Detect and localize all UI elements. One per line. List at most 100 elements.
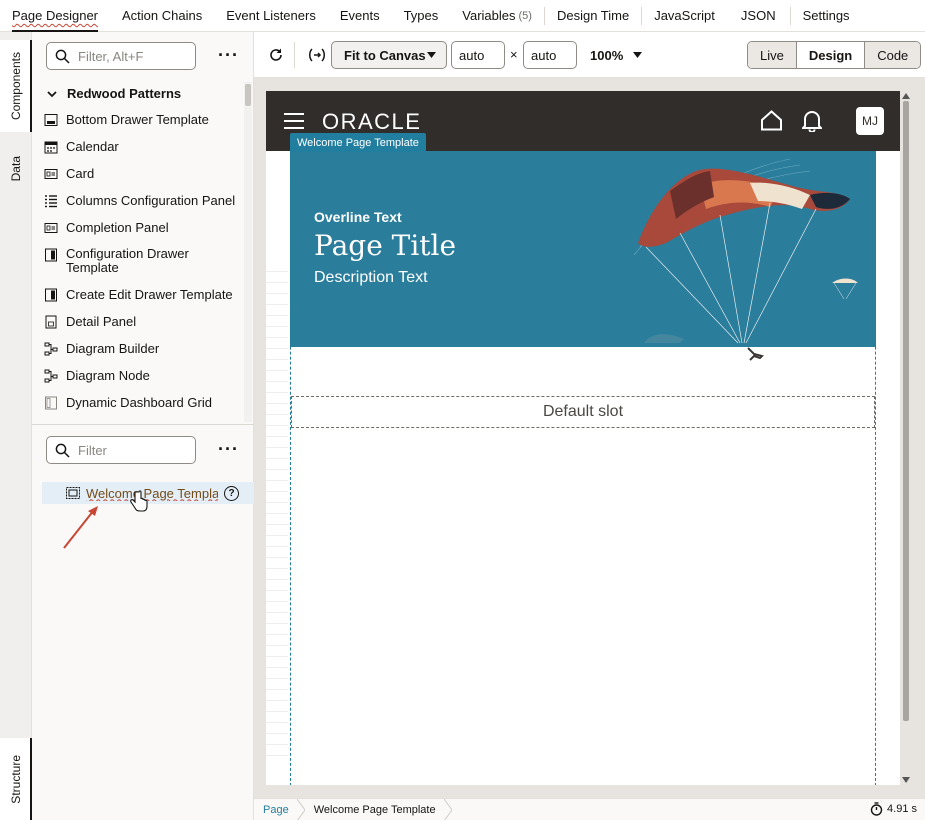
list-item-label: Completion Panel: [66, 220, 169, 235]
search-icon: [55, 49, 70, 64]
menu-icon[interactable]: [284, 113, 304, 134]
group-header-redwood[interactable]: Redwood Patterns: [46, 86, 181, 101]
scroll-up-icon[interactable]: [902, 93, 910, 99]
list-item-label: Columns Configuration Panel: [66, 193, 236, 208]
tab-design-time[interactable]: Design Time: [545, 0, 641, 32]
caret-down-icon: [633, 52, 643, 58]
breadcrumb-page[interactable]: Page: [254, 799, 297, 820]
list-item[interactable]: Completion Panel: [32, 220, 244, 247]
mode-live-button[interactable]: Live: [748, 42, 797, 68]
tab-label: Action Chains: [122, 8, 203, 23]
breadcrumb-chevron-icon: [296, 798, 305, 820]
structure-more-menu-button[interactable]: ···: [218, 440, 239, 458]
scrollbar-thumb[interactable]: [245, 84, 251, 106]
diagram-icon: [44, 369, 58, 383]
dimension-separator: ×: [510, 47, 518, 62]
list-item[interactable]: Card: [32, 166, 244, 193]
structure-item-label: Welcome Page Template: [86, 485, 218, 501]
mode-code-button[interactable]: Code: [865, 42, 921, 68]
stopwatch-icon: [870, 802, 883, 816]
list-item-label: Card: [66, 166, 95, 181]
canvas-scrollbar[interactable]: [901, 91, 911, 785]
zoom-select[interactable]: 100%: [590, 41, 643, 69]
tab-variables[interactable]: Variables (5): [450, 0, 544, 32]
home-icon[interactable]: [760, 110, 783, 131]
canvas-toolbar: Fit to Canvas auto × auto 100% Live Desi…: [254, 32, 925, 78]
structure-filter-input[interactable]: Filter: [46, 436, 196, 464]
tab-settings[interactable]: Settings: [791, 0, 862, 32]
canvas-width-input[interactable]: auto: [451, 41, 505, 69]
calendar-icon: [44, 141, 58, 154]
variables-count-badge: (5): [518, 9, 532, 22]
list-item-label: Detail Panel: [66, 314, 137, 329]
chevron-down-icon: [47, 90, 57, 97]
help-icon[interactable]: ?: [224, 485, 239, 501]
annotation-arrow-icon: [63, 506, 98, 549]
canvas-height-input[interactable]: auto: [523, 41, 577, 69]
tab-page-designer[interactable]: Page Designer: [0, 0, 110, 32]
card-icon: [44, 169, 58, 179]
fit-to-canvas-select[interactable]: Fit to Canvas: [331, 41, 447, 69]
rail-tab-label: Components: [9, 51, 23, 121]
tab-javascript[interactable]: JavaScript: [642, 0, 727, 32]
scroll-down-icon[interactable]: [902, 777, 910, 783]
list-item[interactable]: Create Edit Drawer Template: [32, 287, 244, 314]
breadcrumb-label: Page: [263, 803, 289, 816]
tab-label: Settings: [802, 8, 850, 23]
list-item[interactable]: Diagram Builder: [32, 341, 244, 368]
bottom-drawer-icon: [44, 114, 58, 126]
rail-tab-data[interactable]: Data: [0, 144, 32, 194]
components-filter-input[interactable]: Filter, Alt+F: [46, 42, 196, 70]
breadcrumb-label: Welcome Page Template: [313, 803, 436, 816]
tab-label: Page Designer: [12, 8, 98, 23]
width-value: auto: [459, 47, 485, 63]
preview-device: ORACLE MJ Welcome Page Template Overline…: [266, 91, 900, 785]
list-item[interactable]: Columns Configuration Panel: [32, 193, 244, 220]
rail-tab-label: Data: [9, 156, 23, 182]
mode-design-button[interactable]: Design: [796, 42, 866, 68]
canvas-texture: [266, 261, 288, 761]
avatar[interactable]: MJ: [856, 107, 884, 135]
hand-cursor-icon: [130, 490, 148, 512]
tab-json[interactable]: JSON: [727, 0, 790, 32]
refresh-icon[interactable]: [268, 47, 284, 63]
tab-action-chains[interactable]: Action Chains: [110, 0, 214, 32]
fit-label: Fit to Canvas: [344, 47, 426, 63]
rail-tab-structure[interactable]: Structure: [0, 738, 32, 820]
side-drawer-icon: [45, 288, 57, 302]
card-icon: [44, 223, 58, 233]
list-item-label: Calendar: [66, 139, 119, 154]
zoom-value: 100%: [590, 47, 624, 63]
breadcrumb-welcome-page-template[interactable]: Welcome Page Template: [305, 799, 444, 820]
template-label-tag: Welcome Page Template: [290, 133, 426, 152]
list-icon: [45, 195, 57, 208]
tab-event-listeners[interactable]: Event Listeners: [214, 0, 328, 32]
timer-value: 4.91 s: [887, 803, 917, 815]
default-slot[interactable]: Default slot: [291, 396, 875, 428]
panel-divider: [32, 424, 254, 425]
list-item[interactable]: Configuration Drawer Template: [32, 247, 244, 287]
variable-binding-icon[interactable]: [308, 47, 326, 63]
bell-icon[interactable]: [802, 110, 822, 132]
list-item[interactable]: Detail Panel: [32, 314, 244, 341]
list-item[interactable]: Calendar: [32, 139, 244, 166]
search-placeholder: Filter: [78, 442, 107, 458]
rail-tab-components[interactable]: Components: [0, 40, 32, 132]
tab-label: Design Time: [556, 8, 630, 23]
tab-events[interactable]: Events: [328, 0, 392, 32]
scrollbar-thumb[interactable]: [903, 101, 909, 721]
list-item-label: Dynamic Dashboard Grid: [66, 395, 212, 410]
list-item[interactable]: Dynamic Dashboard Grid: [32, 395, 244, 422]
components-list: Bottom Drawer Template Calendar Card Col…: [32, 112, 244, 422]
tab-types[interactable]: Types: [392, 0, 451, 32]
side-drawer-icon: [45, 248, 57, 262]
list-item[interactable]: Bottom Drawer Template: [32, 112, 244, 139]
list-item-label: Diagram Builder: [66, 341, 160, 356]
list-item-label: Configuration Drawer Template: [66, 246, 189, 275]
list-item-label: Diagram Node: [66, 368, 150, 383]
view-mode-toggle: Live Design Code: [747, 41, 922, 69]
components-scrollbar[interactable]: [244, 82, 252, 422]
oracle-logo: ORACLE: [322, 109, 422, 134]
list-item[interactable]: Diagram Node: [32, 368, 244, 395]
components-more-menu-button[interactable]: ···: [218, 46, 239, 64]
